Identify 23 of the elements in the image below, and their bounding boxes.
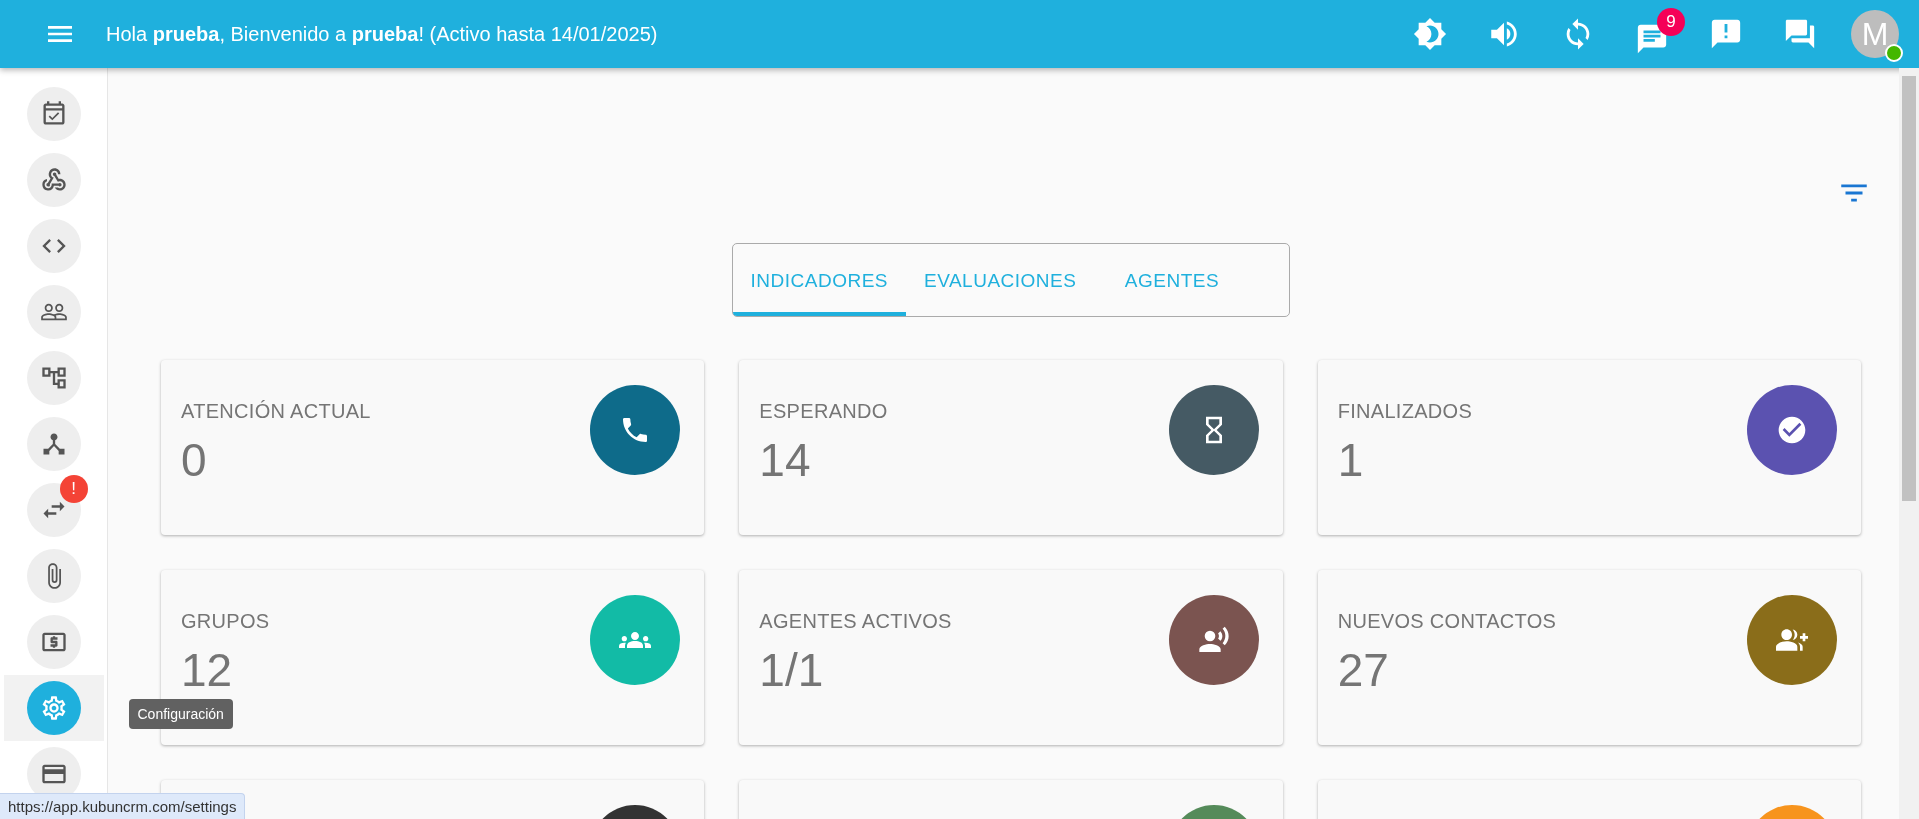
tab[interactable]: INDICADORES — [732, 244, 906, 316]
card-title: FINALIZADOS — [1337, 400, 1474, 423]
card-title: NUEVOS CONTACTOS — [1337, 610, 1558, 633]
url-preview-tooltip: https://app.kubuncrm.com/settings — [0, 793, 246, 819]
card-value: 0 — [181, 437, 208, 483]
card-value: 27 — [1337, 647, 1390, 693]
card-value: 1/1 — [759, 647, 825, 693]
scrollbar[interactable] — [1899, 68, 1919, 819]
sun-moon-icon — [1413, 17, 1447, 51]
alert-badge: ! — [59, 475, 88, 503]
messages-button[interactable]: 9 — [1629, 8, 1685, 60]
tooltip: Configuración — [128, 699, 233, 729]
card-title: ATENCIÓN ACTUAL — [181, 400, 372, 423]
card-value: 1 — [1337, 437, 1365, 483]
tab[interactable]: AGENTES — [1094, 244, 1250, 316]
card-value: 14 — [759, 437, 812, 483]
card-value: 12 — [181, 647, 234, 693]
greeting-text: Hola prueba, Bienvenido a prueba! (Activo hasta 14/01/2025) — [106, 22, 659, 46]
card-title: AGENTES ACTIVOS — [759, 610, 953, 633]
card-title: GRUPOS — [181, 610, 271, 633]
card-title: ESPERANDO — [759, 400, 889, 423]
tab[interactable]: EVALUACIONES — [906, 244, 1095, 316]
notification-badge: 9 — [1657, 8, 1685, 36]
